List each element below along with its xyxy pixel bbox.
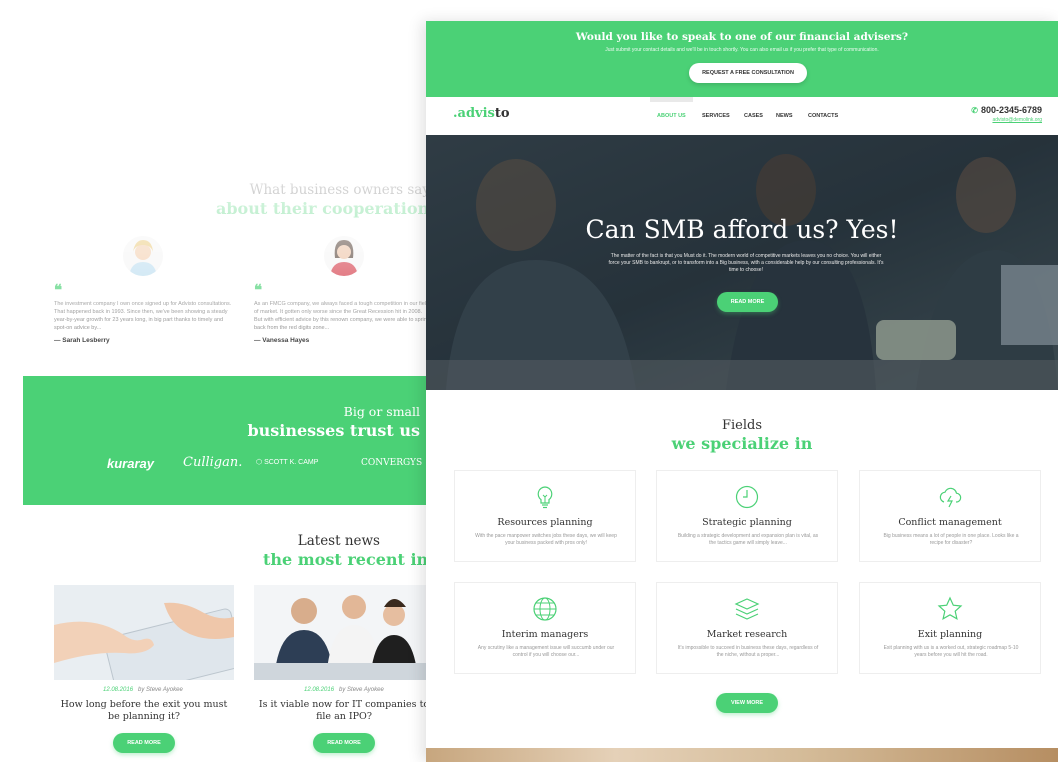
nav-item-cases[interactable]: CASES (744, 113, 763, 119)
main-page-preview: Would you like to speak to one of our fi… (426, 21, 1058, 762)
news-title-link[interactable]: How long before the exit you must be pla… (54, 699, 234, 722)
quote-icon: ❝ (254, 281, 263, 299)
card-description: It's impossible to succeed in business t… (677, 645, 819, 658)
field-card-resources-planning[interactable]: Resources planning With the pace manpowe… (454, 470, 636, 562)
news-author: by Steve Ayokee (339, 687, 384, 693)
news-meta: 12.08.2016 by Steve Ayokee (103, 687, 183, 693)
trust-subtitle: businesses trust us (247, 421, 420, 440)
phone-icon: ✆ (971, 106, 978, 115)
news-date: 12.08.2016 (103, 687, 134, 693)
hero-section: Can SMB afford us? Yes! The matter of th… (426, 135, 1058, 390)
testimonials-subtitle: about their cooperation wi (216, 199, 430, 218)
news-title-link[interactable]: Is it viable now for IT companies to fil… (254, 699, 430, 722)
hexagon-icon: ⬡ (256, 459, 263, 466)
quote-icon: ❝ (54, 281, 63, 299)
testimonial-text: As an FMCG company, we always faced a to… (254, 301, 430, 331)
consultation-subtext: Just submit your contact details and we'… (605, 47, 879, 53)
view-more-button[interactable]: VIEW MORE (716, 693, 778, 713)
navbar: .advisto ABOUT US SERVICES CASES NEWS CO… (426, 97, 1058, 135)
nav-item-about-us[interactable]: ABOUT US (657, 113, 686, 119)
card-title: Market research (706, 629, 788, 640)
card-description: Exit planning with us is a worked out, s… (883, 645, 1019, 658)
read-more-button[interactable]: READ MORE (313, 733, 375, 753)
read-more-button[interactable]: READ MORE (113, 733, 175, 753)
card-title: Resources planning (497, 517, 593, 528)
fields-title: Fields (721, 418, 763, 433)
trust-title: Big or small (343, 404, 420, 419)
logo-scott-k-camp: ⬡ SCOTT K. CAMP (256, 458, 318, 466)
news-image-tablet[interactable] (54, 585, 234, 680)
card-description: Big business means a lot of people in on… (883, 533, 1019, 546)
card-description: Building a strategic development and exp… (677, 533, 819, 546)
card-title: Conflict management (898, 517, 1002, 528)
field-card-conflict-management[interactable]: Conflict management Big business means a… (859, 470, 1041, 562)
news-date: 12.08.2016 (304, 687, 335, 693)
field-card-interim-managers[interactable]: Interim managers Any scrutiny like a man… (454, 582, 636, 674)
testimonial-text: The investment company I own once signed… (54, 301, 232, 331)
consultation-banner: Would you like to speak to one of our fi… (426, 21, 1058, 97)
news-image-office[interactable] (254, 585, 430, 680)
logo-culligan: Culligan. (183, 455, 243, 470)
field-card-strategic-planning[interactable]: Strategic planning Building a strategic … (656, 470, 838, 562)
news-subtitle: the most recent info (263, 550, 430, 569)
star-icon (937, 596, 963, 621)
news-title: Latest news (297, 533, 380, 549)
logo-part-b: to (494, 106, 510, 121)
logo-part-a: advis (457, 106, 495, 121)
logo-kuraray: kuraray (107, 456, 154, 471)
layers-icon (734, 598, 760, 620)
trust-section: Big or small businesses trust us kuraray… (23, 376, 430, 505)
avatar (123, 236, 163, 276)
nav-item-news[interactable]: NEWS (776, 113, 793, 119)
logo-convergys: CONVERGYS (361, 458, 423, 468)
card-description: With the pace manpower switches jobs the… (475, 533, 617, 546)
testimonial-author: — Sarah Lesberry (54, 337, 110, 344)
card-title: Exit planning (917, 629, 983, 640)
testimonials-title: What business owners say (249, 182, 430, 198)
field-card-market-research[interactable]: Market research It's impossible to succe… (656, 582, 838, 674)
nav-item-contacts[interactable]: CONTACTS (808, 113, 838, 119)
phone-label: 800-2345-6789 (980, 105, 1042, 115)
nav-item-services[interactable]: SERVICES (702, 113, 730, 119)
card-title: Strategic planning (702, 517, 792, 528)
field-card-exit-planning[interactable]: Exit planning Exit planning with us is a… (859, 582, 1041, 674)
fields-subtitle: we specialize in (671, 434, 813, 453)
clock-icon (735, 485, 759, 509)
logo-scott-label: SCOTT K. CAMP (264, 459, 319, 466)
news-meta: 12.08.2016 by Steve Ayokee (304, 687, 384, 693)
site-logo[interactable]: .advisto (453, 106, 510, 121)
hero-read-more-button[interactable]: READ MORE (717, 292, 778, 312)
card-title: Interim managers (501, 629, 589, 640)
testimonial-author: — Vanessa Hayes (254, 337, 310, 344)
phone-number[interactable]: ✆ 800-2345-6789 (971, 105, 1042, 115)
avatar (324, 236, 364, 276)
email-link[interactable]: advisto@demolink.org (992, 117, 1042, 123)
background-page-preview: What business owners say about their coo… (0, 0, 430, 762)
hero-text: The matter of the fact is that you Must … (608, 253, 884, 273)
globe-icon (533, 597, 557, 621)
news-author: by Steve Ayokee (138, 687, 183, 693)
next-section-image-strip (426, 748, 1058, 762)
hero-title: Can SMB afford us? Yes! (585, 215, 899, 244)
lightbulb-icon (537, 486, 553, 509)
cloud-lightning-icon (939, 487, 962, 508)
nav-active-indicator (650, 97, 693, 102)
consultation-question: Would you like to speak to one of our fi… (575, 31, 909, 43)
request-consultation-button[interactable]: REQUEST A FREE CONSULTATION (689, 63, 807, 83)
card-description: Any scrutiny like a management issue wil… (477, 645, 615, 658)
